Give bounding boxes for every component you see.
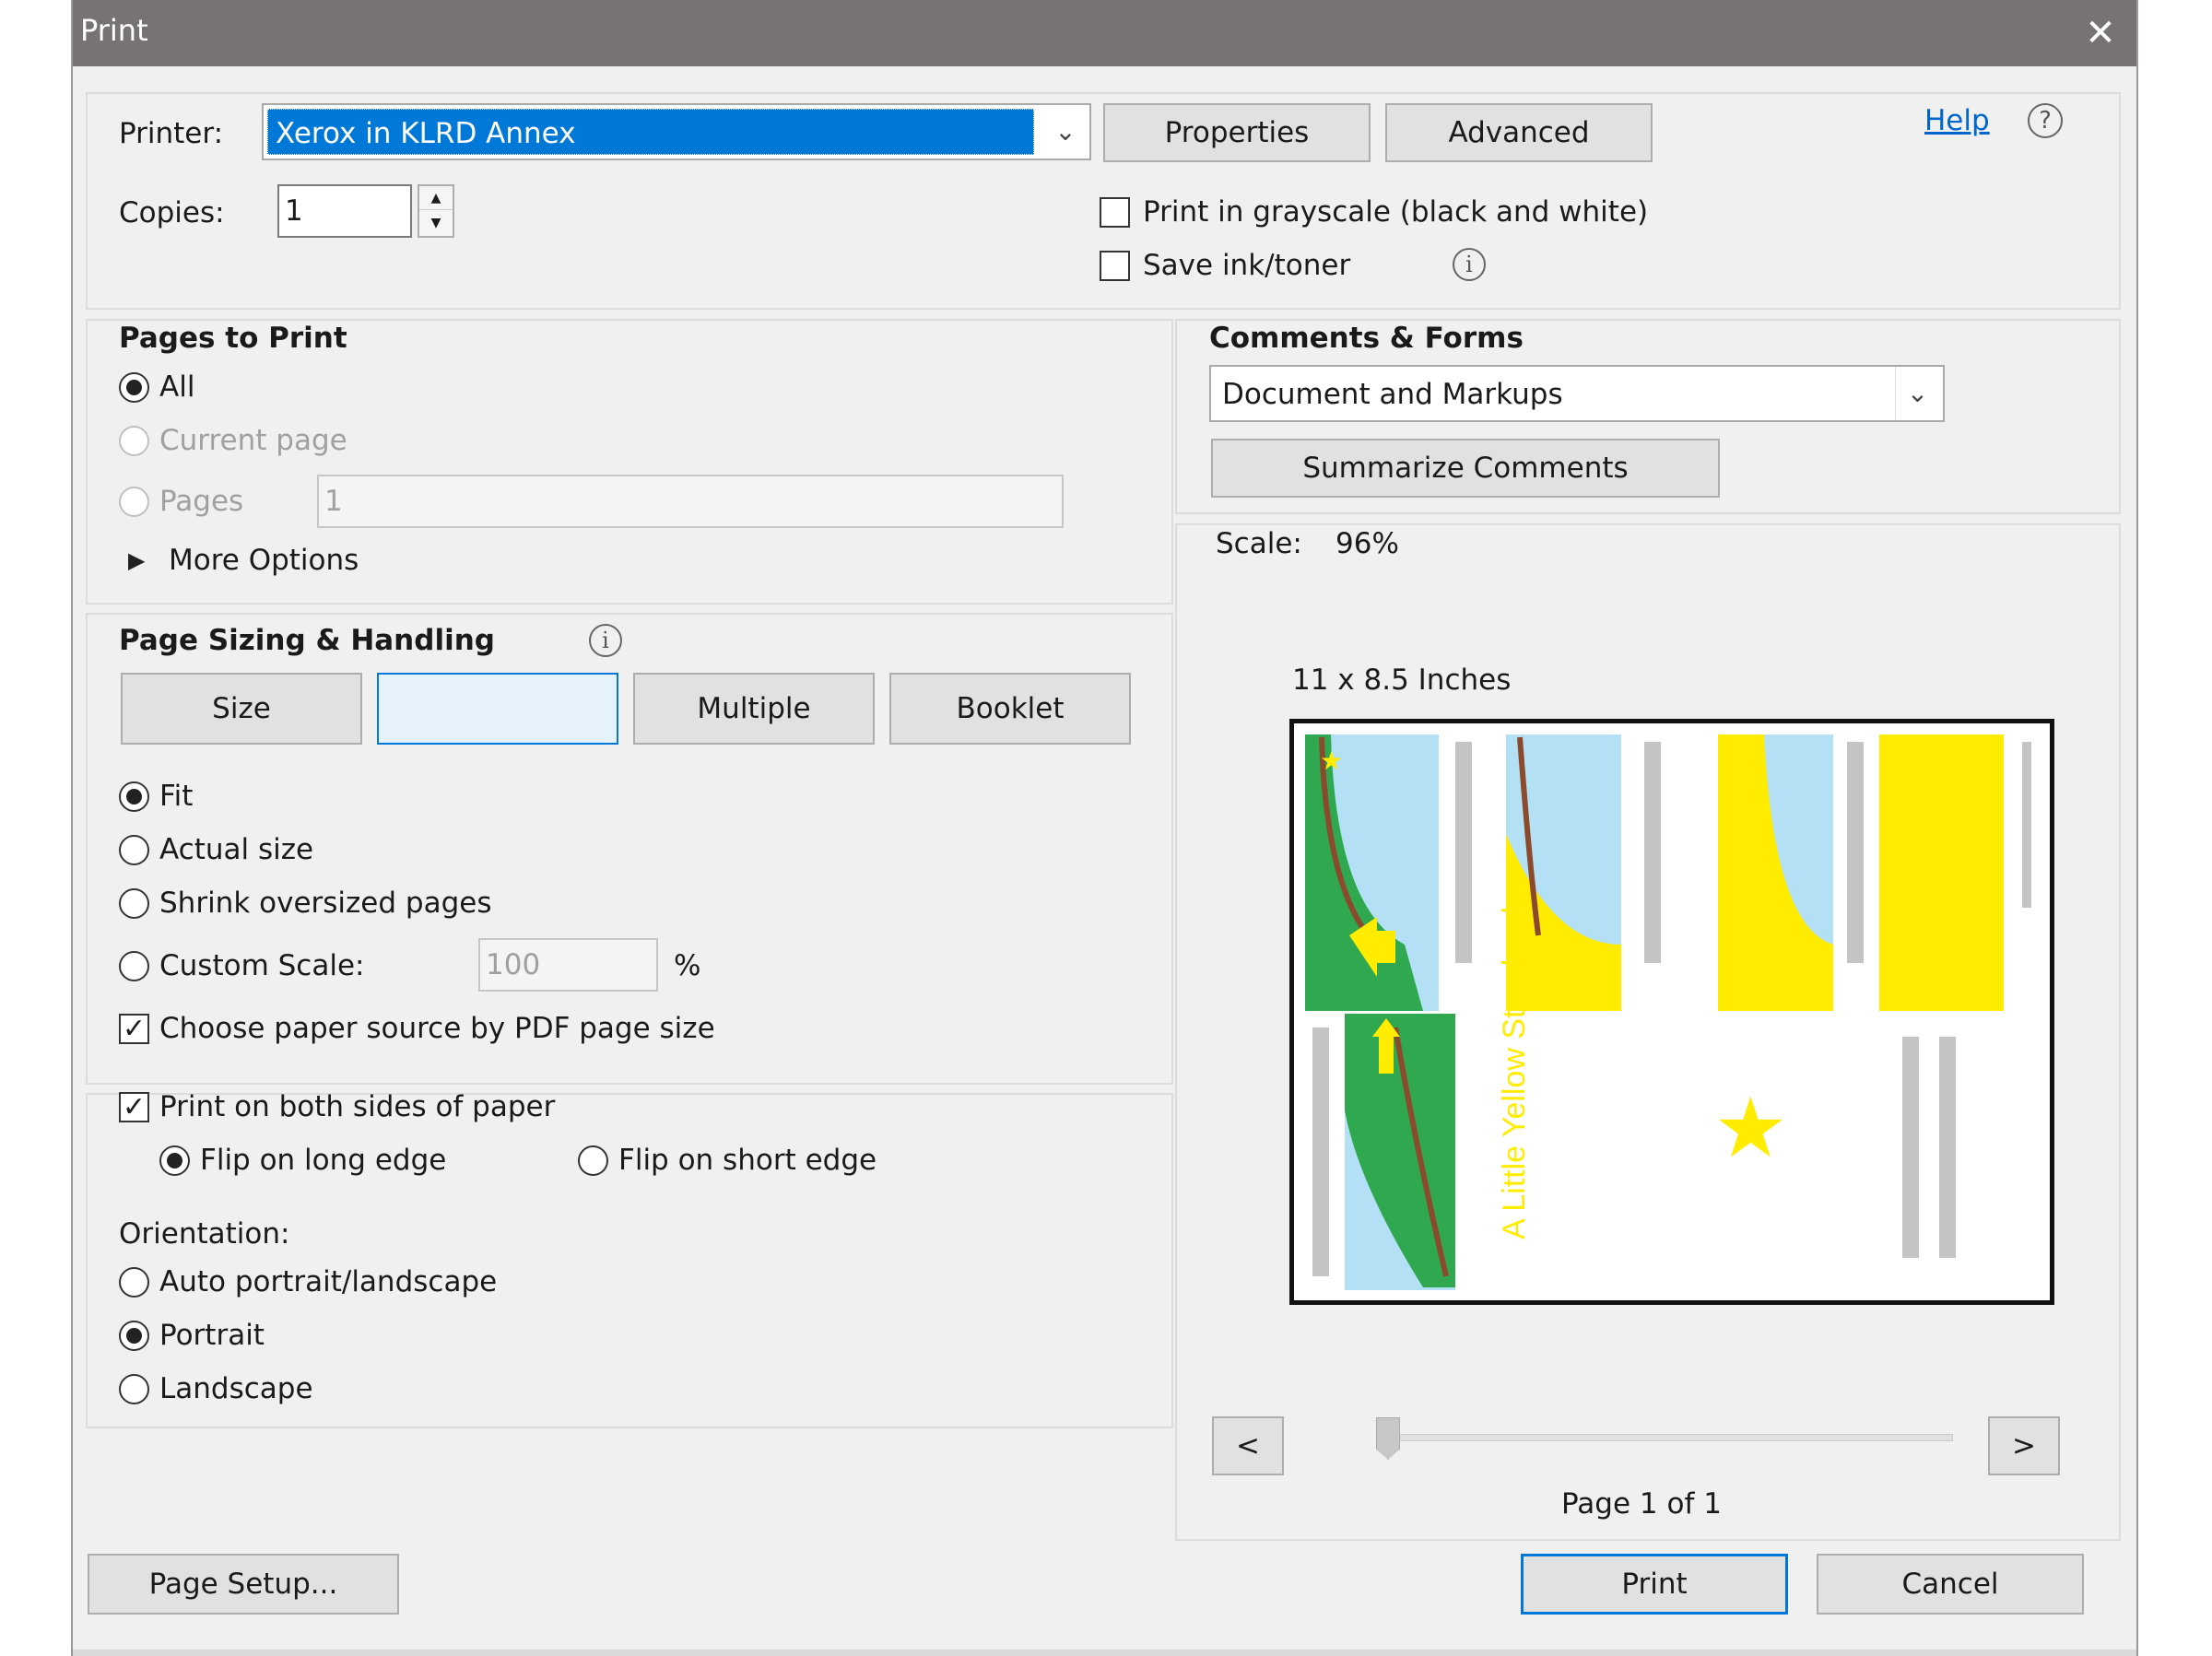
landscape-label: Landscape (159, 1372, 313, 1405)
text-col-3 (1847, 742, 1864, 963)
both-sides-label: Print on both sides of paper (159, 1090, 556, 1123)
spin-down-icon[interactable]: ▼ (419, 211, 453, 236)
auto-orientation-radio[interactable] (119, 1267, 149, 1298)
page-preview: ★ A Little Yellow Storybook ★ (1289, 719, 2054, 1305)
chevron-down-icon[interactable]: ⌄ (1895, 367, 1939, 420)
page-setup-button[interactable]: Page Setup... (88, 1554, 399, 1615)
pages-all-label: All (159, 370, 195, 404)
custom-scale-radio[interactable] (119, 951, 149, 981)
tab-poster[interactable] (377, 673, 618, 745)
scale-label: Scale: (1216, 527, 1302, 560)
pages-to-print-heading: Pages to Print (119, 322, 347, 355)
star-big: ★ (1713, 1080, 1788, 1177)
paper-size-label: 11 x 8.5 Inches (1292, 664, 1512, 697)
save-ink-checkbox[interactable] (1100, 251, 1130, 281)
shrink-label: Shrink oversized pages (159, 887, 492, 920)
pages-all-radio[interactable] (119, 372, 149, 403)
dialog-bottom-edge (73, 1650, 2136, 1656)
paper-source-checkbox[interactable]: ✓ (119, 1014, 149, 1044)
copies-label: Copies: (119, 196, 225, 229)
actual-size-radio[interactable] (119, 835, 149, 865)
pages-range-radio[interactable] (119, 487, 149, 517)
tab-multiple[interactable]: Multiple (633, 673, 875, 745)
paper-source-label: Choose paper source by PDF page size (159, 1012, 715, 1045)
print-button[interactable]: Print (1521, 1554, 1788, 1615)
next-page-button[interactable]: > (1988, 1416, 2060, 1475)
comments-selected-value: Document and Markups (1222, 378, 1563, 411)
advanced-button[interactable]: Advanced (1385, 103, 1653, 162)
star-1: ★ (1320, 746, 1343, 776)
title-vertical: A Little Yellow Storybook (1497, 898, 1532, 1239)
portrait-label: Portrait (159, 1319, 265, 1352)
info-icon[interactable]: i (1453, 248, 1486, 281)
printer-selected-value: Xerox in KLRD Annex (267, 109, 1034, 155)
expand-triangle-icon[interactable]: ▶ (128, 547, 145, 573)
comments-heading: Comments & Forms (1209, 322, 1524, 355)
fit-radio[interactable] (119, 781, 149, 812)
panel-yellow-4 (1879, 734, 2004, 1011)
page-slider-track[interactable] (1382, 1434, 1953, 1441)
pages-range-input[interactable]: 1 (317, 475, 1064, 528)
tab-booklet[interactable]: Booklet (889, 673, 1131, 745)
long-edge-radio[interactable] (159, 1145, 190, 1176)
actual-size-label: Actual size (159, 833, 314, 866)
both-sides-checkbox[interactable]: ✓ (119, 1092, 149, 1122)
text-col-4 (2022, 742, 2031, 908)
close-icon[interactable]: ✕ (2075, 7, 2126, 59)
auto-orientation-label: Auto portrait/landscape (159, 1265, 498, 1298)
help-icon[interactable]: ? (2028, 103, 2063, 138)
preview-thumbnail: ★ A Little Yellow Storybook ★ (1305, 734, 2031, 1290)
orientation-label: Orientation: (119, 1217, 290, 1251)
properties-button[interactable]: Properties (1103, 103, 1371, 162)
fit-label: Fit (159, 780, 194, 813)
window-title: Print (80, 13, 148, 48)
spin-up-icon[interactable]: ▲ (419, 186, 453, 210)
grayscale-label: Print in grayscale (black and white) (1143, 195, 1649, 229)
text-col-7 (1939, 1037, 1956, 1258)
short-edge-radio[interactable] (578, 1145, 608, 1176)
help-link[interactable]: Help (1924, 107, 1990, 135)
copies-input[interactable]: 1 (277, 184, 412, 238)
tab-size[interactable]: Size (121, 673, 362, 745)
page-indicator: Page 1 of 1 (1561, 1487, 1722, 1521)
shrink-radio[interactable] (119, 888, 149, 919)
printer-select[interactable]: Xerox in KLRD Annex ⌄ (262, 103, 1091, 160)
scale-value: 96% (1335, 527, 1399, 560)
title-bar: Print ✕ (73, 0, 2136, 66)
portrait-radio[interactable] (119, 1321, 149, 1351)
text-col-5 (1312, 1028, 1329, 1276)
short-edge-label: Flip on short edge (618, 1144, 877, 1177)
print-dialog: Print ✕ Printer: Xerox in KLRD Annex ⌄ P… (71, 0, 2138, 1656)
page-sizing-heading: Page Sizing & Handling (119, 624, 495, 657)
pages-range-label: Pages (159, 485, 244, 518)
cancel-button[interactable]: Cancel (1817, 1554, 2084, 1615)
grayscale-checkbox[interactable] (1100, 197, 1130, 228)
pages-current-radio[interactable] (119, 426, 149, 456)
pages-current-label: Current page (159, 424, 347, 457)
custom-scale-input[interactable]: 100 (478, 938, 658, 992)
comments-select[interactable]: Document and Markups ⌄ (1209, 365, 1945, 422)
copies-spinner[interactable]: ▲ ▼ (418, 184, 454, 238)
save-ink-label: Save ink/toner (1143, 249, 1351, 282)
text-col-1 (1455, 742, 1472, 963)
summarize-comments-button[interactable]: Summarize Comments (1211, 439, 1720, 498)
prev-page-button[interactable]: < (1212, 1416, 1284, 1475)
printer-label: Printer: (119, 117, 224, 150)
text-col-6 (1902, 1037, 1919, 1258)
text-col-2 (1644, 742, 1661, 963)
custom-scale-label: Custom Scale: (159, 949, 365, 982)
percent-sign: % (674, 949, 701, 982)
chevron-down-icon[interactable]: ⌄ (1047, 112, 1084, 151)
landscape-radio[interactable] (119, 1374, 149, 1404)
long-edge-label: Flip on long edge (200, 1144, 447, 1177)
more-options-toggle[interactable]: More Options (169, 546, 359, 575)
sizing-info-icon[interactable]: i (589, 624, 622, 657)
